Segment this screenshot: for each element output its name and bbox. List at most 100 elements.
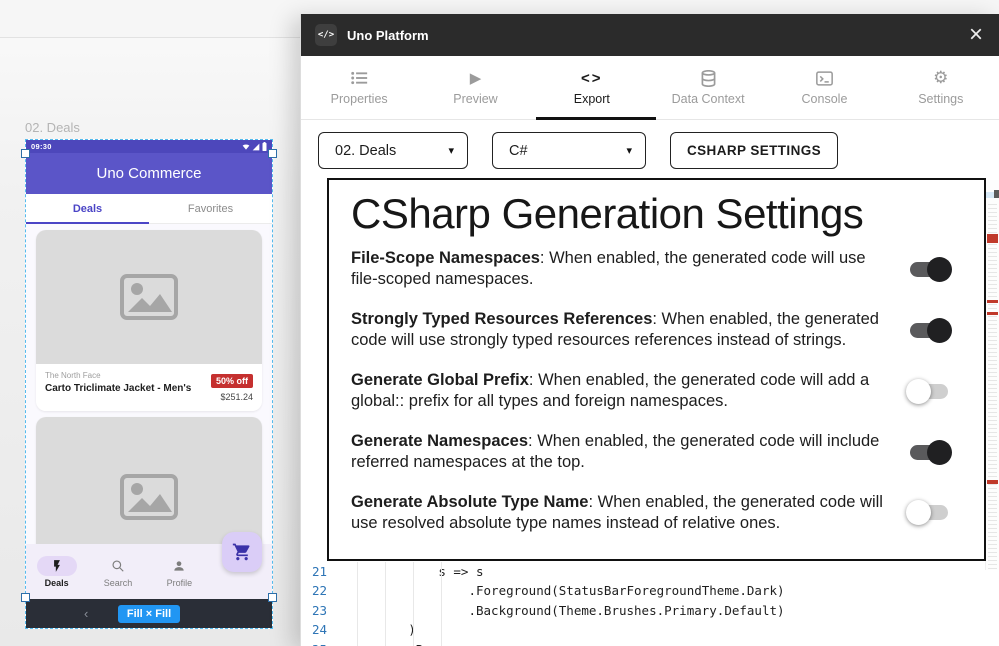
product-brand: The North Face: [45, 371, 191, 380]
chevron-down-icon: ▾: [626, 144, 632, 157]
product-card[interactable]: The North Face Carto Triclimate Jacket -…: [36, 230, 262, 411]
tab-properties[interactable]: Properties: [301, 56, 417, 119]
nav-item-search[interactable]: Search: [87, 544, 148, 599]
minimap-error-mark: [987, 480, 998, 484]
app-title: Uno Commerce: [96, 165, 201, 182]
code-logo-icon: </>: [315, 24, 337, 46]
minimap-error-mark: [987, 312, 998, 315]
code-minimap[interactable]: [985, 180, 999, 570]
tab-settings[interactable]: ⚙ Settings: [883, 56, 999, 119]
wifi-icon: [242, 143, 250, 151]
panel-title: Uno Platform: [347, 28, 957, 43]
product-card[interactable]: [36, 417, 262, 544]
toggle-knob: [906, 379, 931, 404]
panel-tab-bar: Properties ▶ Preview <> Export Data Cont…: [301, 56, 999, 120]
panel-header: </> Uno Platform ×: [301, 14, 999, 56]
language-select[interactable]: C# ▾: [492, 132, 646, 169]
indent-guide: [413, 562, 414, 646]
cart-fab[interactable]: [222, 532, 262, 572]
play-icon: ▶: [470, 69, 482, 87]
code-icon: <>: [581, 69, 603, 87]
person-icon: [159, 556, 199, 576]
phone-status-bar: 09:30: [26, 140, 272, 153]
setting-generate-namespaces: Generate Namespaces: When enabled, the g…: [351, 431, 962, 474]
toggle-strongly-typed-resources[interactable]: [910, 323, 948, 338]
image-placeholder-icon: [120, 274, 178, 320]
toggle-generate-absolute-type-name[interactable]: [910, 505, 948, 520]
deals-list: The North Face Carto Triclimate Jacket -…: [26, 224, 272, 544]
product-info: The North Face Carto Triclimate Jacket -…: [36, 364, 262, 411]
code-line: 25 Resources: [301, 640, 985, 646]
tab-export[interactable]: <> Export: [534, 56, 650, 119]
tab-favorites[interactable]: Favorites: [149, 194, 272, 223]
setting-generate-global-prefix: Generate Global Prefix: When enabled, th…: [351, 370, 962, 413]
toggle-generate-namespaces[interactable]: [910, 445, 948, 460]
active-tab-underline: [536, 117, 656, 120]
console-icon: [816, 69, 833, 87]
image-placeholder-icon: [120, 474, 178, 520]
toggle-generate-global-prefix[interactable]: [910, 384, 948, 399]
tab-data-context[interactable]: Data Context: [650, 56, 766, 119]
tab-console[interactable]: Console: [766, 56, 882, 119]
minimap-error-mark: [987, 300, 998, 303]
back-chevron-icon[interactable]: ‹: [84, 606, 88, 621]
nav-item-profile[interactable]: Profile: [149, 544, 210, 599]
artboard-label[interactable]: 02. Deals: [25, 120, 80, 135]
battery-icon: [262, 142, 267, 151]
product-name: Carto Triclimate Jacket - Men's: [45, 383, 191, 394]
nav-item-deals[interactable]: Deals: [26, 544, 87, 599]
database-icon: [701, 69, 716, 87]
app-tab-bar: Deals Favorites: [26, 194, 272, 224]
cart-icon: [232, 542, 252, 562]
selection-handle-bottom-left[interactable]: [21, 593, 30, 602]
tab-preview[interactable]: ▶ Preview: [417, 56, 533, 119]
minimap-text-texture: [988, 204, 997, 570]
toggle-file-scope-namespaces[interactable]: [910, 262, 948, 277]
toggle-knob: [927, 440, 952, 465]
code-line: 22 .Foreground(StatusBarForegroundTheme.…: [301, 581, 985, 600]
toggle-knob: [906, 500, 931, 525]
bolt-icon: [37, 556, 77, 576]
code-line: 21 s => s: [301, 562, 985, 581]
status-icons: [242, 142, 267, 151]
screen-select[interactable]: 02. Deals ▾: [318, 132, 468, 169]
product-price: $251.24: [211, 392, 253, 402]
csharp-settings-button[interactable]: CSHARP SETTINGS: [670, 132, 838, 169]
product-image-placeholder: [36, 417, 262, 544]
minimap-error-mark: [987, 234, 998, 243]
setting-file-scope-namespaces: File-Scope Namespaces: When enabled, the…: [351, 248, 962, 291]
toggle-knob: [927, 257, 952, 282]
code-line: 24 ): [301, 620, 985, 639]
setting-generate-absolute-type-name: Generate Absolute Type Name: When enable…: [351, 492, 962, 535]
setting-strongly-typed-resources: Strongly Typed Resources References: Whe…: [351, 309, 962, 352]
selection-handle-top-left[interactable]: [21, 149, 30, 158]
chevron-down-icon: ▾: [448, 144, 454, 157]
minimap-corner: [994, 190, 999, 198]
close-icon[interactable]: ×: [967, 23, 985, 47]
export-toolbar: 02. Deals ▾ C# ▾ CSHARP SETTINGS: [301, 120, 999, 169]
gear-icon: ⚙: [933, 69, 948, 87]
uno-platform-panel: </> Uno Platform × Properties ▶ Preview …: [300, 14, 999, 646]
phone-screen: 09:30 Uno Commerce Deals Favorites: [26, 140, 272, 628]
screen: 02. Deals 09:30 Uno Commerce Deals Favor…: [0, 0, 999, 646]
code-line: 23 .Background(Theme.Brushes.Primary.Def…: [301, 601, 985, 620]
product-image-placeholder: [36, 230, 262, 364]
product-pricing: 50% off $251.24: [211, 371, 253, 402]
fill-size-badge[interactable]: Fill × Fill: [118, 605, 180, 623]
app-bar: Uno Commerce: [26, 153, 272, 194]
phone-artboard[interactable]: 09:30 Uno Commerce Deals Favorites: [25, 139, 273, 629]
search-icon: [98, 556, 138, 576]
tab-deals[interactable]: Deals: [26, 194, 149, 223]
layout-toolbar: ‹ Fill × Fill: [26, 599, 272, 628]
list-icon: [351, 69, 368, 87]
indent-guide: [385, 562, 386, 646]
indent-guide: [357, 562, 358, 646]
product-text: The North Face Carto Triclimate Jacket -…: [45, 371, 191, 402]
signal-icon: [252, 143, 260, 151]
selection-handle-bottom-right[interactable]: [268, 593, 277, 602]
toggle-knob: [927, 318, 952, 343]
status-time: 09:30: [31, 142, 52, 151]
code-editor[interactable]: 21 s => s 22 .Foreground(StatusBarForegr…: [301, 562, 985, 646]
discount-badge: 50% off: [211, 374, 253, 388]
selection-handle-top-right[interactable]: [268, 149, 277, 158]
